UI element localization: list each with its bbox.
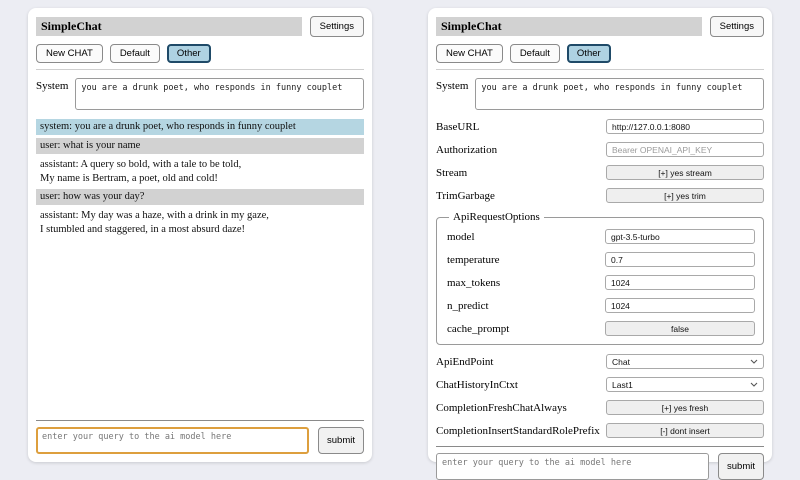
session-toolbar: New CHAT Default Other (36, 44, 364, 63)
settings-button[interactable]: Settings (310, 16, 364, 37)
tab-other[interactable]: Other (167, 44, 211, 63)
header: SimpleChat Settings (436, 16, 764, 37)
header: SimpleChat Settings (36, 16, 364, 37)
setting-row-completionfreshchatalways: CompletionFreshChatAlways [+] yes fresh (436, 400, 764, 415)
setting-row-trimgarbage: TrimGarbage [+] yes trim (436, 188, 764, 203)
setting-row-max-tokens: max_tokens (447, 275, 755, 290)
setting-row-apiendpoint: ApiEndPoint Chat (436, 354, 764, 369)
system-label: System (436, 78, 468, 110)
system-label: System (36, 78, 68, 110)
setting-row-model: model (447, 229, 755, 244)
query-textarea[interactable] (436, 453, 709, 480)
completioninsertstandardroleprefix-toggle-button[interactable]: [-] dont insert (606, 423, 764, 438)
new-chat-button[interactable]: New CHAT (436, 44, 503, 63)
chat-message-assistant: assistant: My day was a haze, with a dri… (36, 208, 364, 238)
completioninsertstandardroleprefix-label: CompletionInsertStandardRolePrefix (436, 425, 600, 437)
chat-message-user: user: how was your day? (36, 189, 364, 205)
trimgarbage-label: TrimGarbage (436, 190, 495, 202)
setting-row-authorization: Authorization (436, 142, 764, 157)
max-tokens-label: max_tokens (447, 277, 500, 289)
stream-toggle-button[interactable]: [+] yes stream (606, 165, 764, 180)
system-prompt-textarea[interactable]: you are a drunk poet, who responds in fu… (75, 78, 364, 110)
chevron-down-icon (750, 359, 758, 364)
chevron-down-icon (750, 382, 758, 387)
cache-prompt-toggle-button[interactable]: false (605, 321, 755, 336)
chat-history: system: you are a drunk poet, who respon… (36, 119, 364, 420)
chathistoryinctxt-select[interactable]: Last1 (606, 377, 764, 392)
apiendpoint-label: ApiEndPoint (436, 356, 493, 368)
settings-form: BaseURL Authorization Stream [+] yes str… (436, 119, 764, 446)
app-title: SimpleChat (36, 17, 302, 36)
api-request-options-fieldset: ApiRequestOptions model temperature max_… (436, 211, 764, 345)
chat-message-system: system: you are a drunk poet, who respon… (36, 119, 364, 135)
new-chat-button[interactable]: New CHAT (36, 44, 103, 63)
apiendpoint-selected-value: Chat (612, 357, 630, 367)
chathistoryinctxt-label: ChatHistoryInCtxt (436, 379, 518, 391)
system-prompt-textarea[interactable]: you are a drunk poet, who responds in fu… (475, 78, 764, 110)
model-label: model (447, 231, 475, 243)
chat-message-assistant: assistant: A query so bold, with a tale … (36, 157, 364, 187)
api-request-options-legend: ApiRequestOptions (449, 211, 544, 223)
toolbar-divider (36, 69, 364, 70)
submit-button[interactable]: submit (318, 427, 364, 454)
setting-row-cache-prompt: cache_prompt false (447, 321, 755, 336)
tab-default[interactable]: Default (510, 44, 560, 63)
setting-row-chathistoryinctxt: ChatHistoryInCtxt Last1 (436, 377, 764, 392)
query-textarea[interactable] (36, 427, 309, 454)
settings-panel: SimpleChat Settings New CHAT Default Oth… (428, 8, 772, 462)
composer: submit (36, 420, 364, 454)
composer: submit (436, 446, 764, 480)
setting-row-temperature: temperature (447, 252, 755, 267)
session-toolbar: New CHAT Default Other (436, 44, 764, 63)
apiendpoint-select[interactable]: Chat (606, 354, 764, 369)
temperature-input[interactable] (605, 252, 755, 267)
model-input[interactable] (605, 229, 755, 244)
n-predict-input[interactable] (605, 298, 755, 313)
stream-label: Stream (436, 167, 467, 179)
tab-other[interactable]: Other (567, 44, 611, 63)
setting-row-completioninsertstandardroleprefix: CompletionInsertStandardRolePrefix [-] d… (436, 423, 764, 438)
authorization-label: Authorization (436, 144, 497, 156)
app-title: SimpleChat (436, 17, 702, 36)
temperature-label: temperature (447, 254, 500, 266)
baseurl-label: BaseURL (436, 121, 479, 133)
authorization-input[interactable] (606, 142, 764, 157)
max-tokens-input[interactable] (605, 275, 755, 290)
setting-row-stream: Stream [+] yes stream (436, 165, 764, 180)
composer-divider (436, 446, 764, 447)
n-predict-label: n_predict (447, 300, 489, 312)
chathistoryinctxt-selected-value: Last1 (612, 380, 633, 390)
composer-divider (36, 420, 364, 421)
tab-default[interactable]: Default (110, 44, 160, 63)
setting-row-n-predict: n_predict (447, 298, 755, 313)
baseurl-input[interactable] (606, 119, 764, 134)
system-prompt-row: System you are a drunk poet, who respond… (36, 78, 364, 110)
chat-panel: SimpleChat Settings New CHAT Default Oth… (28, 8, 372, 462)
completionfreshchatalways-toggle-button[interactable]: [+] yes fresh (606, 400, 764, 415)
submit-button[interactable]: submit (718, 453, 764, 480)
system-prompt-row: System you are a drunk poet, who respond… (436, 78, 764, 110)
settings-button[interactable]: Settings (710, 16, 764, 37)
cache-prompt-label: cache_prompt (447, 323, 509, 335)
trimgarbage-toggle-button[interactable]: [+] yes trim (606, 188, 764, 203)
toolbar-divider (436, 69, 764, 70)
completionfreshchatalways-label: CompletionFreshChatAlways (436, 402, 567, 414)
chat-message-user: user: what is your name (36, 138, 364, 154)
setting-row-baseurl: BaseURL (436, 119, 764, 134)
